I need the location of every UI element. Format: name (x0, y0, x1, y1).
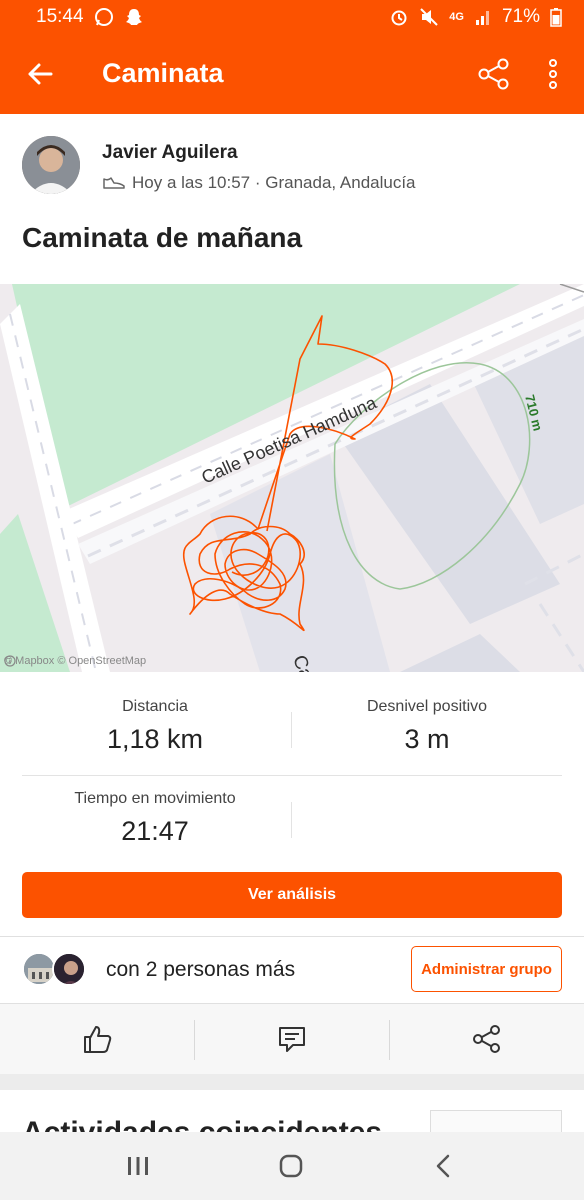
stat-distance: Distancia 1,18 km (20, 698, 290, 755)
more-vertical-icon (549, 59, 557, 89)
kudos-button[interactable] (0, 1004, 194, 1074)
group-text[interactable]: con 2 personas más (106, 958, 295, 982)
stat-value: 1,18 km (106, 724, 204, 754)
system-nav-bar (0, 1132, 584, 1200)
avatar[interactable] (22, 952, 56, 986)
share-icon (478, 58, 509, 90)
manage-group-button[interactable]: Administrar grupo (411, 946, 562, 992)
shoe-icon (103, 177, 125, 189)
share-button[interactable] (474, 54, 514, 94)
whatsapp-icon (94, 7, 114, 27)
route-map[interactable]: Calle Poetisa Hamduna Calle Joaquina Egu… (0, 284, 584, 672)
stat-moving-time: Tiempo en movimiento 21:47 (20, 790, 290, 847)
battery-icon (550, 7, 562, 27)
activity-meta-text: Hoy a las 10:57 · Granada, Andalucía (132, 173, 416, 192)
share-activity-button[interactable] (390, 1004, 584, 1074)
arrow-left-icon (28, 63, 53, 85)
social-actions (0, 1004, 584, 1074)
stat-elevation: Desnivel positivo 3 m (292, 698, 562, 755)
back-button[interactable] (22, 56, 58, 92)
alarm-icon (389, 7, 409, 27)
group-row: con 2 personas más Administrar grupo (0, 938, 584, 1002)
activity-meta: Hoy a las 10:57 · Granada, Andalucía (102, 173, 416, 193)
activity-header: Javier Aguilera Hoy a las 10:57 · Granad… (0, 114, 584, 284)
app-bar: Caminata (0, 34, 584, 114)
stat-label: Desnivel positivo (366, 698, 488, 715)
recents-icon (128, 1157, 148, 1175)
battery-percent: 71% (501, 6, 540, 27)
signal-icon (474, 8, 492, 26)
status-time: 15:44 (36, 6, 84, 27)
stat-label: Distancia (122, 698, 188, 715)
stat-label: Tiempo en movimiento (74, 790, 236, 807)
activity-title: Caminata de mañana (22, 222, 303, 253)
section-gap (0, 1074, 584, 1090)
section-title: Actividades coincidentes (22, 1116, 382, 1132)
comment-icon (279, 1027, 305, 1052)
stat-value: 3 m (404, 724, 450, 754)
status-bar: 15:44 4G 71% (0, 0, 584, 34)
avatar[interactable] (22, 136, 80, 194)
share-icon (473, 1025, 500, 1053)
matching-activities[interactable]: Actividades coincidentes (0, 1090, 584, 1132)
avatar[interactable] (52, 952, 86, 986)
info-icon (4, 655, 16, 667)
network-type: 4G (449, 11, 464, 23)
divider (0, 936, 584, 937)
matching-map-thumbnail[interactable] (430, 1110, 562, 1132)
divider (291, 802, 292, 838)
divider (22, 775, 562, 776)
recents-button[interactable] (108, 1146, 168, 1186)
comment-button[interactable] (195, 1004, 389, 1074)
home-icon (279, 1154, 303, 1178)
more-options-button[interactable] (538, 54, 568, 94)
view-analysis-button[interactable]: Ver análisis (22, 872, 562, 918)
map-attribution[interactable]: © Mapbox © OpenStreetMap (4, 655, 146, 667)
mute-icon (419, 7, 439, 27)
route-map-canvas: Calle Poetisa Hamduna Calle Joaquina Egu… (0, 284, 584, 672)
back-icon (436, 1154, 450, 1178)
home-button[interactable] (261, 1146, 321, 1186)
map-attribution-text: © Mapbox © OpenStreetMap (4, 655, 147, 667)
snapchat-icon (124, 7, 144, 27)
athlete-name[interactable]: Javier Aguilera (102, 142, 238, 164)
stats-grid: Distancia 1,18 km Desnivel positivo 3 m … (0, 672, 584, 872)
system-back-button[interactable] (413, 1146, 473, 1186)
stat-value: 21:47 (121, 816, 189, 846)
page-title: Caminata (102, 58, 224, 88)
thumbs-up-icon (84, 1026, 112, 1053)
